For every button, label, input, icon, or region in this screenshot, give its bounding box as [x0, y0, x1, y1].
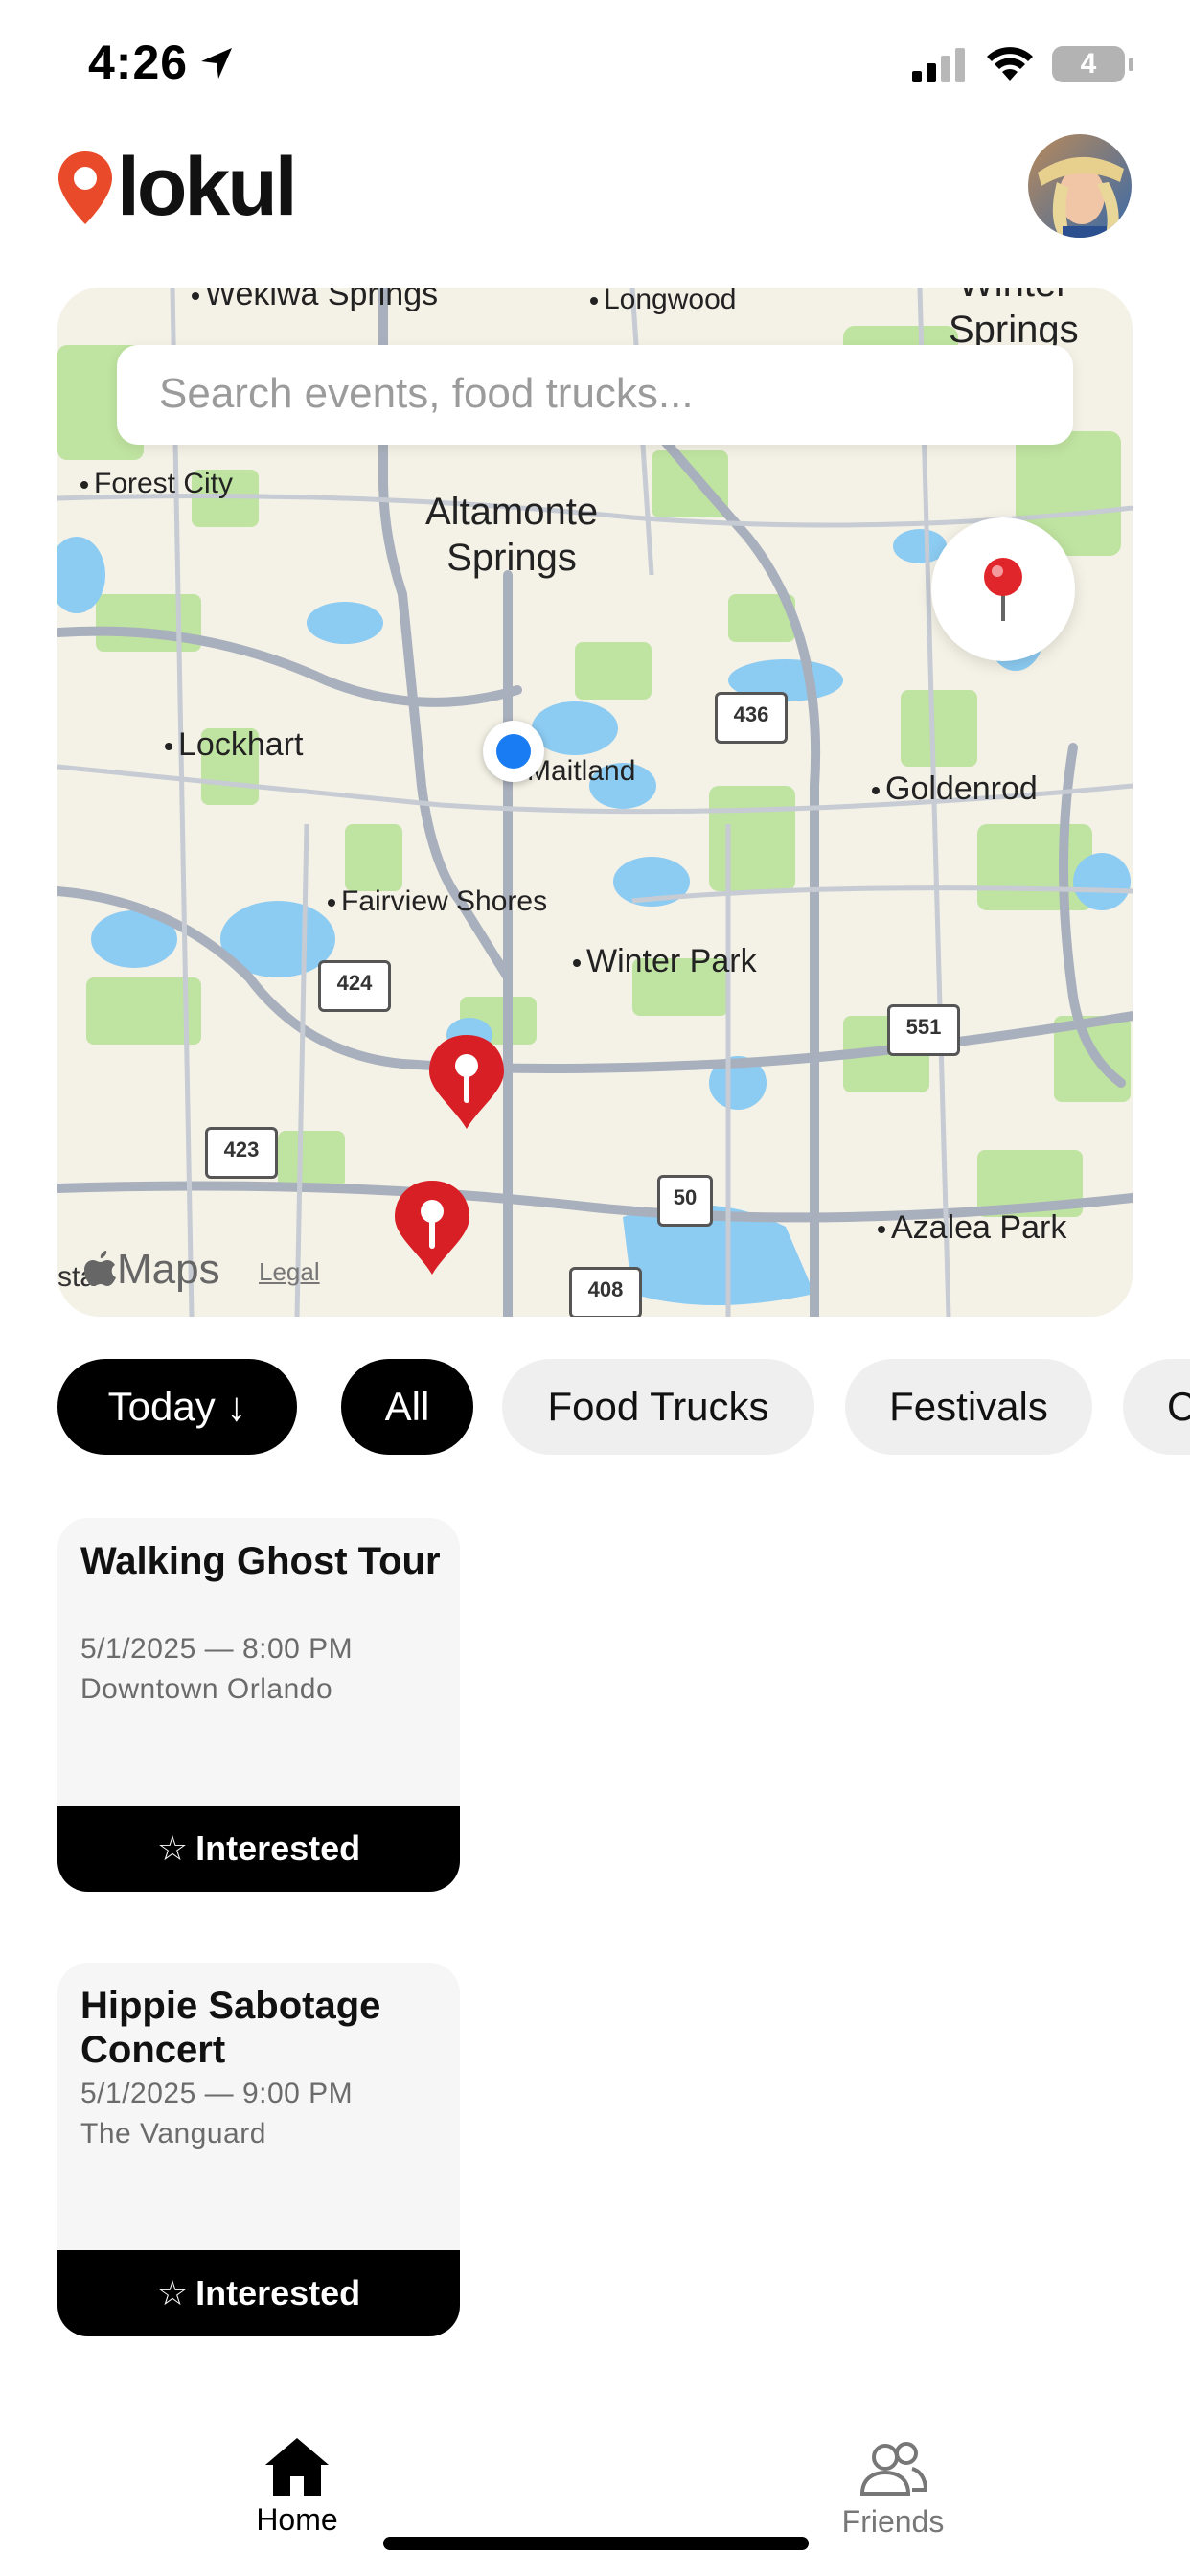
map-pin-icon[interactable] [423, 1031, 510, 1131]
tab-home-label: Home [256, 2502, 338, 2537]
interested-label: Interested [195, 1828, 361, 1868]
map-label-azalea: Azalea Park [878, 1209, 1066, 1247]
star-icon: ☆ [156, 1828, 189, 1868]
event-card[interactable]: Hippie Sabotage Concert 5/1/2025 — 9:00 … [57, 1963, 460, 2336]
interested-label: Interested [195, 2273, 361, 2312]
home-indicator [383, 2537, 809, 2550]
status-bar: 4:26 4 [0, 0, 1190, 134]
event-title: Hippie Sabotage Concert [80, 1985, 381, 2071]
map-legal-link[interactable]: Legal [259, 1257, 320, 1287]
filter-festivals[interactable]: Festivals [845, 1359, 1092, 1455]
map-label-wekiwa: Wekiwa Springs [192, 288, 438, 313]
map-label-altamonte: Altamonte Springs [425, 491, 599, 579]
filter-more[interactable]: C [1123, 1359, 1190, 1455]
home-icon [265, 2438, 329, 2496]
interested-button[interactable]: ☆ Interested [57, 2250, 460, 2336]
battery-indicator: 4 [1052, 46, 1125, 82]
logo-text: lokul [117, 141, 298, 233]
profile-avatar[interactable] [1028, 134, 1132, 238]
shield-423: 423 [205, 1127, 278, 1179]
event-venue: The Vanguard [80, 2118, 266, 2150]
pushpin-icon [984, 558, 1022, 621]
map-label-fairview: Fairview Shores [328, 886, 547, 918]
battery-cap [1129, 58, 1133, 71]
tab-friends[interactable]: Friends [816, 2440, 970, 2540]
cellular-signal-icon [912, 48, 965, 82]
map-pin-icon[interactable] [389, 1177, 475, 1276]
search-placeholder: Search events, food trucks... [159, 370, 694, 417]
map-view[interactable]: Wekiwa Springs Longwood WinterSprings Fo… [57, 288, 1133, 1317]
map-label-forest-city: Forest City [80, 468, 233, 500]
shield-50: 50 [657, 1175, 713, 1227]
shield-408: 408 [569, 1267, 642, 1317]
interested-button[interactable]: ☆ Interested [57, 1806, 460, 1892]
map-label-goldenrod: Goldenrod [872, 770, 1038, 808]
event-datetime: 5/1/2025 — 8:00 PM [80, 1633, 354, 1665]
filter-today-sort[interactable]: Today ↓ [57, 1359, 297, 1455]
wifi-icon [987, 47, 1033, 80]
current-location-dot [483, 721, 544, 782]
event-datetime: 5/1/2025 — 9:00 PM [80, 2078, 354, 2109]
friends-icon [859, 2442, 928, 2496]
tab-friends-label: Friends [841, 2504, 945, 2539]
status-time: 4:26 [88, 35, 189, 89]
map-label-longwood: Longwood [590, 288, 736, 316]
shield-424: 424 [318, 960, 391, 1012]
event-card[interactable]: Walking Ghost Tour 5/1/2025 — 8:00 PM Do… [57, 1518, 460, 1892]
location-arrow-icon [201, 48, 232, 79]
drop-pin-button[interactable] [931, 518, 1075, 661]
avatar-image [1028, 134, 1132, 238]
shield-551: 551 [887, 1004, 960, 1056]
maps-brand-text: Maps [117, 1246, 220, 1293]
event-venue: Downtown Orlando [80, 1673, 333, 1705]
filter-food-trucks[interactable]: Food Trucks [502, 1359, 814, 1455]
maps-attribution: Maps [84, 1246, 220, 1294]
filter-all[interactable]: All [341, 1359, 473, 1455]
logo-pin-icon [58, 151, 112, 224]
map-label-winter-springs: WinterSprings [949, 288, 1079, 351]
search-input[interactable]: Search events, food trucks... [117, 345, 1073, 445]
map-label-winter-park: Winter Park [573, 943, 757, 980]
map-label-maitland: Maitland [527, 755, 636, 787]
filter-chips: Today ↓ All Food Trucks Festivals C [57, 1359, 1190, 1455]
shield-436: 436 [715, 692, 788, 744]
tab-home[interactable]: Home [220, 2434, 374, 2538]
star-icon: ☆ [156, 2273, 189, 2312]
map-label-lockhart: Lockhart [165, 726, 303, 764]
apple-logo-icon [84, 1251, 116, 1286]
event-title: Walking Ghost Tour [80, 1540, 441, 1582]
